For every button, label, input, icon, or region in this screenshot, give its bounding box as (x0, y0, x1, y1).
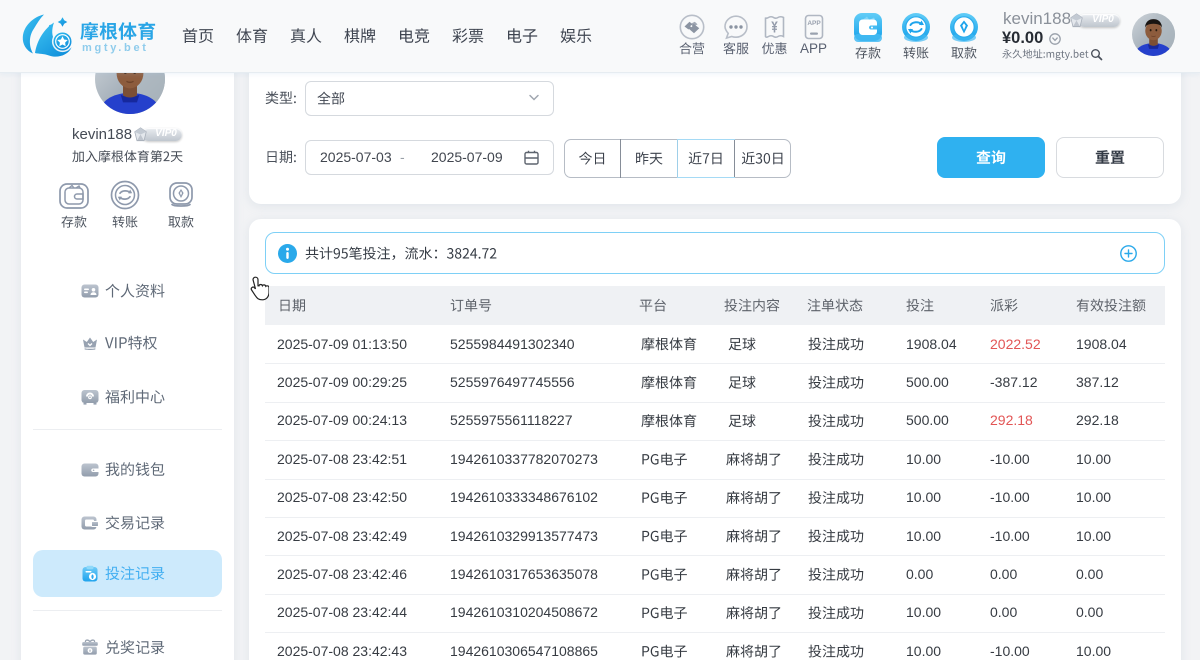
svg-text:APP: APP (807, 20, 821, 27)
